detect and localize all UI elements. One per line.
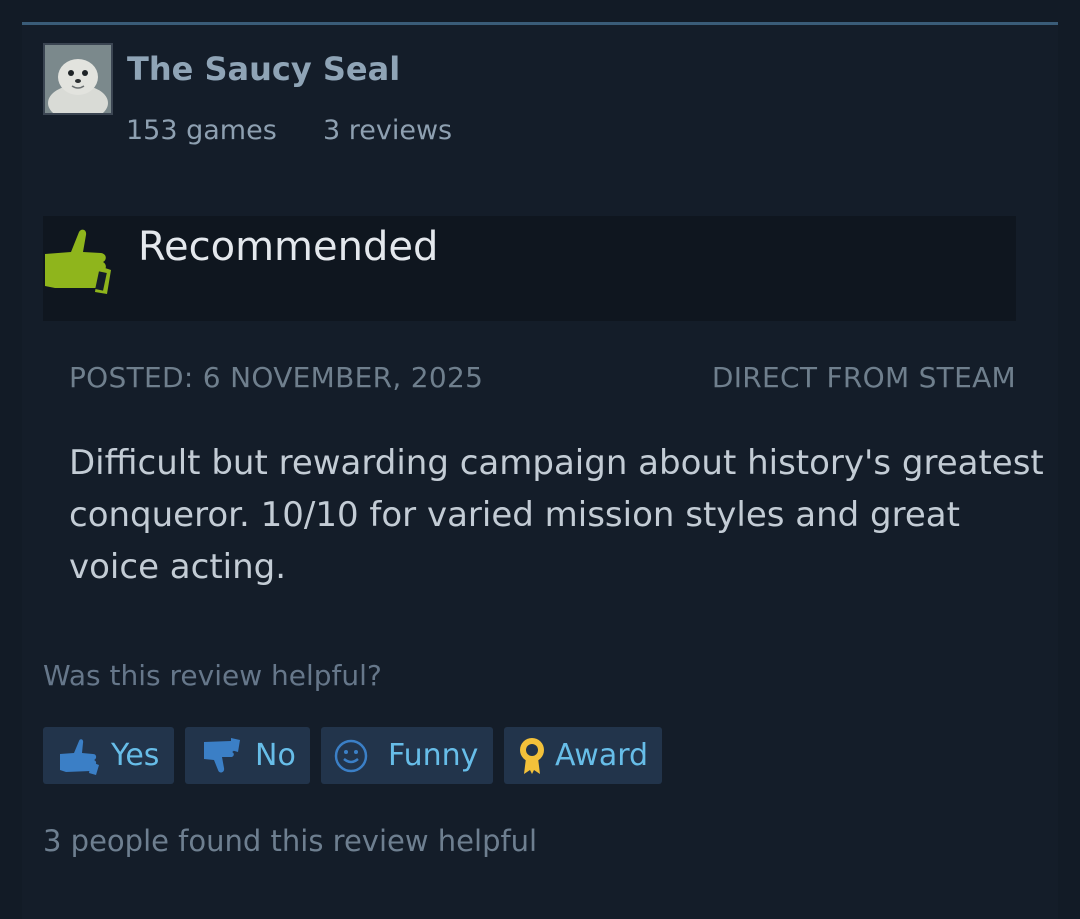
thumbs-up-icon [57, 736, 101, 776]
vote-no-button[interactable]: No [185, 727, 310, 784]
review-text: Difficult but rewarding campaign about h… [69, 443, 1044, 587]
games-count[interactable]: 153 games [126, 115, 277, 146]
award-label: Award [555, 738, 649, 773]
avatar[interactable] [43, 43, 113, 115]
verdict-label[interactable]: Recommended [138, 224, 438, 270]
posted-date: POSTED: 6 NOVEMBER, 2025 [69, 361, 484, 394]
helpful-question: Was this review helpful? [43, 659, 382, 692]
thumbs-up-icon [41, 226, 115, 296]
vote-yes-label: Yes [111, 738, 160, 773]
review-source: DIRECT FROM STEAM [711, 361, 1016, 394]
vote-no-label: No [255, 738, 296, 773]
vote-funny-button[interactable]: Funny [321, 727, 493, 784]
thumbs-down-icon [201, 736, 241, 776]
smiley-icon [334, 739, 368, 773]
reviewer-name[interactable]: The Saucy Seal [127, 50, 400, 88]
helpful-count-text: 3 people found this review helpful [43, 824, 538, 858]
award-button[interactable]: Award [504, 727, 662, 784]
reviews-count[interactable]: 3 reviews [323, 115, 452, 146]
vote-yes-button[interactable]: Yes [43, 727, 174, 784]
seal-avatar-image [45, 45, 111, 113]
award-ribbon-icon [518, 736, 546, 776]
vote-funny-label: Funny [388, 738, 479, 773]
